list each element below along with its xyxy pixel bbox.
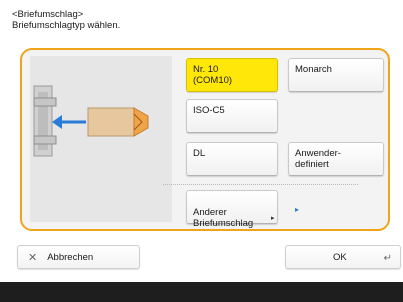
header: <Briefumschlag> Briefumschlagtyp wählen. — [12, 9, 120, 31]
option-custom[interactable]: Anwender- definiert — [288, 142, 384, 176]
option-iso-c5[interactable]: ISO-C5 — [186, 99, 278, 133]
option-dl[interactable]: DL — [186, 142, 278, 176]
option-other-envelope[interactable]: Anderer Briefumschlag ▸ — [186, 190, 278, 229]
option-monarch[interactable]: Monarch — [288, 58, 384, 92]
options-divider — [163, 184, 358, 185]
instruction-text: Briefumschlagtyp wählen. — [12, 20, 121, 31]
close-icon: ✕ — [28, 251, 38, 264]
ok-label: OK — [333, 251, 347, 263]
option-nr10-com10[interactable]: Nr. 10 (COM10) — [186, 58, 278, 92]
screen-title: <Briefumschlag> — [12, 9, 84, 20]
status-bar — [0, 282, 403, 302]
cancel-button[interactable]: ✕ Abbrechen — [17, 245, 140, 269]
option-other-envelope-label: Anderer Briefumschlag — [193, 207, 254, 229]
more-options-icon: ▸ — [295, 205, 300, 214]
feed-diagram-icon — [33, 85, 149, 157]
envelope-feed-illustration — [30, 56, 172, 222]
ok-button[interactable]: OK ↵ — [285, 245, 401, 269]
chevron-right-icon: ▸ — [271, 215, 275, 222]
return-arrow-icon: ↵ — [383, 253, 392, 264]
cancel-label: Abbrechen — [47, 251, 94, 263]
